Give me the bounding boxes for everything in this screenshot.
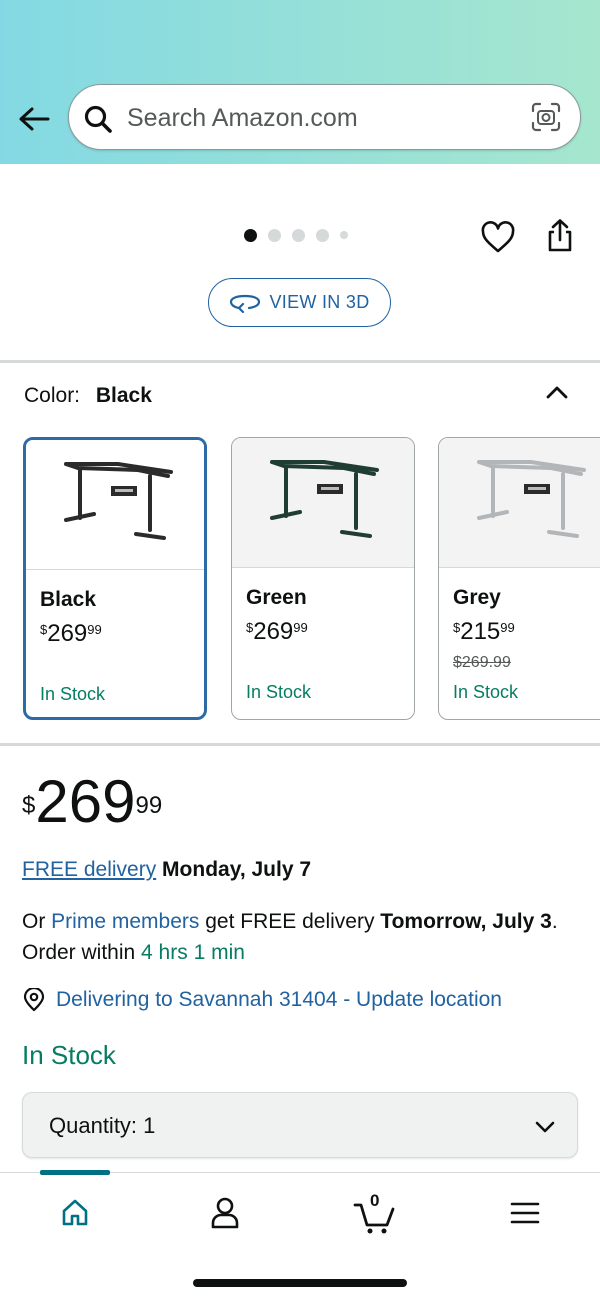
nav-home[interactable] xyxy=(53,1191,97,1235)
price-cents: 99 xyxy=(135,792,163,819)
desk-frame-image xyxy=(64,462,173,540)
swatch-image xyxy=(26,440,204,570)
prime-prefix: Or xyxy=(22,910,46,933)
color-swatch-black[interactable]: Black $26999 In Stock xyxy=(23,437,207,720)
nav-account[interactable] xyxy=(203,1191,247,1235)
desk-frame-image xyxy=(270,460,379,538)
collapse-color-button[interactable] xyxy=(542,378,572,408)
swatch-price-cents: 99 xyxy=(293,620,308,635)
prime-members-link[interactable]: Prime members xyxy=(51,910,199,933)
swatch-price-dollars: 269 xyxy=(253,618,294,645)
swatch-price-dollars: 215 xyxy=(460,618,501,645)
wishlist-button[interactable] xyxy=(480,220,516,256)
bottom-navigation: 0 xyxy=(0,1170,600,1298)
order-within-time: 4 hrs 1 min xyxy=(141,941,245,964)
image-carousel-dots[interactable] xyxy=(244,228,348,242)
carousel-dot[interactable] xyxy=(268,228,281,242)
section-divider xyxy=(0,360,600,363)
share-button[interactable] xyxy=(544,218,576,254)
swatch-image xyxy=(232,438,414,568)
carousel-dot[interactable] xyxy=(244,228,257,242)
swatch-stock: In Stock xyxy=(246,682,312,702)
swatch-name: Grey xyxy=(453,586,501,609)
heart-icon xyxy=(481,221,515,253)
price-dollars: 269 xyxy=(35,768,136,835)
home-indicator-bar[interactable] xyxy=(193,1279,407,1287)
view-in-3d-label: VIEW IN 3D xyxy=(269,292,370,312)
swatch-stock: In Stock xyxy=(453,682,519,702)
swatch-price: $26999 xyxy=(246,618,308,645)
swatch-image xyxy=(439,438,600,568)
search-input[interactable]: Search Amazon.com xyxy=(68,84,581,150)
header-bar: Search Amazon.com xyxy=(0,0,600,164)
swatch-list-price: $269.99 xyxy=(453,654,511,671)
cart-count-badge: 0 xyxy=(370,1191,380,1210)
carousel-dot[interactable] xyxy=(316,228,329,242)
3d-rotate-icon xyxy=(230,294,261,313)
color-label-key: Color: xyxy=(24,384,81,407)
quantity-label-text: Quantity: xyxy=(49,1113,138,1138)
chevron-down-icon xyxy=(535,1121,555,1133)
color-swatch-grey[interactable]: Grey $21599 $269.99 In Stock xyxy=(438,437,600,720)
swatch-price-dollars: 269 xyxy=(47,620,88,647)
swatch-price: $26999 xyxy=(40,620,102,647)
swatch-price-cents: 99 xyxy=(87,622,102,637)
share-icon xyxy=(548,219,572,252)
hamburger-menu-icon xyxy=(510,1202,540,1224)
active-tab-indicator xyxy=(40,1170,110,1175)
free-delivery-link[interactable]: FREE delivery xyxy=(22,858,156,881)
swatch-price-cents: 99 xyxy=(500,620,515,635)
delivery-info: FREE delivery Monday, July 7 xyxy=(22,858,311,882)
swatch-name: Black xyxy=(40,588,97,611)
delivery-location[interactable]: Delivering to Savannah 31404 - Update lo… xyxy=(22,988,502,1012)
color-selected-value: Black xyxy=(95,384,152,407)
product-price: $26999 xyxy=(22,772,162,832)
view-in-3d-button[interactable]: VIEW IN 3D xyxy=(208,278,391,327)
search-placeholder: Search Amazon.com xyxy=(127,104,358,132)
search-icon xyxy=(84,105,112,133)
swatch-price: $21599 xyxy=(453,618,515,645)
prime-delivery-info: Or Prime members get FREE delivery Tomor… xyxy=(22,906,562,968)
stock-status: In Stock xyxy=(22,1040,116,1070)
user-icon xyxy=(211,1197,239,1229)
prime-date: Tomorrow, July 3 xyxy=(380,910,552,933)
quantity-dropdown[interactable]: Quantity: 1 xyxy=(22,1092,578,1158)
color-swatch-green[interactable]: Green $26999 In Stock xyxy=(231,437,415,720)
price-currency: $ xyxy=(22,792,36,819)
swatch-name: Green xyxy=(246,586,307,609)
delivery-date: Monday, July 7 xyxy=(162,858,312,881)
location-pin-icon xyxy=(23,988,45,1012)
section-divider xyxy=(0,743,600,746)
quantity-label: Quantity: 1 xyxy=(49,1113,155,1139)
delivery-location-link[interactable]: Delivering to Savannah 31404 - Update lo… xyxy=(56,988,502,1012)
swatch-stock: In Stock xyxy=(40,684,106,704)
carousel-dot[interactable] xyxy=(292,228,305,242)
prime-middle: get FREE delivery xyxy=(205,910,375,933)
desk-frame-image xyxy=(477,460,586,538)
chevron-up-icon xyxy=(546,386,568,399)
home-icon xyxy=(62,1199,88,1226)
camera-search-icon[interactable] xyxy=(530,101,562,133)
quantity-value: 1 xyxy=(143,1113,156,1138)
nav-cart[interactable]: 0 xyxy=(353,1191,397,1235)
color-label: Color: Black xyxy=(24,384,152,408)
back-button[interactable] xyxy=(14,100,54,140)
carousel-dot[interactable] xyxy=(340,231,348,239)
nav-menu[interactable] xyxy=(503,1191,547,1235)
back-arrow-icon xyxy=(19,107,50,131)
